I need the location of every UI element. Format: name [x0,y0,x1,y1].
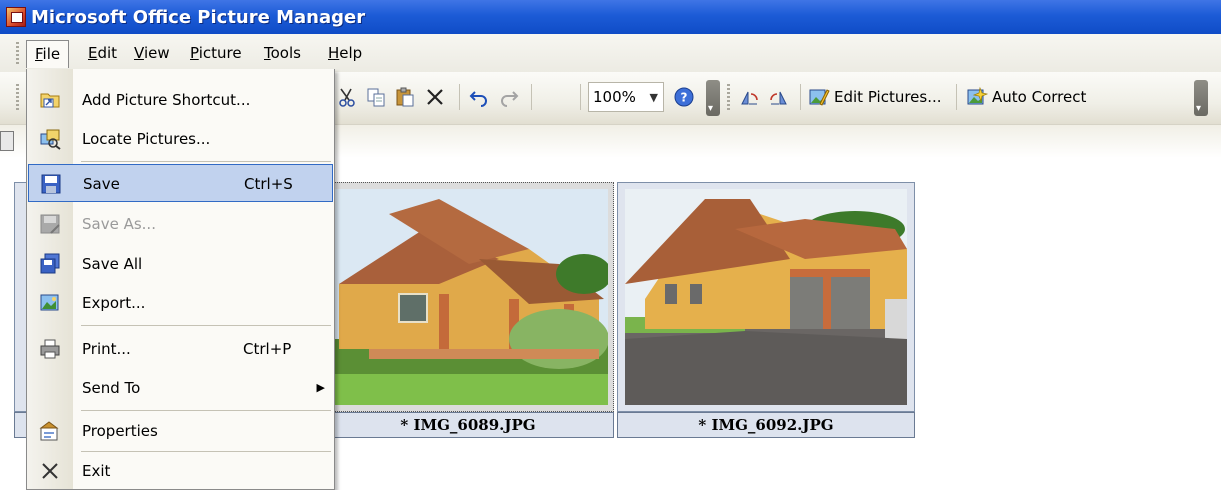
undo-button[interactable] [468,84,490,110]
menu-item-exit[interactable]: Exit [28,452,333,490]
help-button[interactable]: ? [673,84,695,110]
menu-separator [81,161,331,162]
redo-icon [501,91,519,107]
thumbnail-img-6089[interactable] [322,182,614,412]
thumbnail-caption: * IMG_6092.JPG [617,412,915,438]
copy-button[interactable] [365,84,387,110]
menu-item-label: Locate Pictures... [82,130,211,148]
menu-file-label: ile [42,45,61,63]
menu-separator [81,325,331,326]
menu-file[interactable]: File [26,40,70,68]
auto-correct-icon [967,86,988,105]
menu-item-save-all[interactable]: Save All [28,245,333,283]
rotate-left-icon [741,91,758,105]
svg-text:?: ? [681,91,688,105]
menu-item-save[interactable]: Save Ctrl+S [28,164,333,202]
view-toggle-icon[interactable] [0,131,14,151]
menu-item-label: Save [83,175,120,193]
window-title: Microsoft Office Picture Manager [31,6,366,28]
menu-item-shortcut: Ctrl+S [244,175,293,193]
paste-icon [396,87,414,107]
toolbar-separator [580,84,581,110]
cut-icon [339,88,355,107]
help-icon: ? [674,87,694,107]
copy-icon [367,88,385,107]
menu-item-properties[interactable]: Properties [28,412,333,450]
toolbar-separator [956,84,957,110]
edit-pictures-button[interactable]: Edit Pictures... [808,84,942,110]
menu-item-send-to[interactable]: Send To ▶ [28,369,333,407]
menu-item-label: Exit [82,462,111,480]
title-bar: Microsoft Office Picture Manager [0,0,1221,34]
toolbar-options-chevron[interactable] [706,80,720,116]
menu-bar: File Edit View Picture Tools Help [0,34,1221,72]
rotate-right-button[interactable] [768,84,790,110]
print-icon [40,339,60,359]
menu-item-add-picture-shortcut[interactable]: Add Picture Shortcut... [28,81,333,119]
file-menu-dropdown: Add Picture Shortcut... Locate Pictures.… [26,69,335,490]
menu-item-label: Add Picture Shortcut... [82,91,251,109]
locate-pictures-icon [40,129,61,150]
app-icon[interactable] [6,7,26,27]
rotate-right-icon [770,91,787,105]
toolbar-grip[interactable] [16,84,19,112]
toolbar-separator [531,84,532,110]
thumbnail-caption: * IMG_6089.JPG [322,412,614,438]
cut-button[interactable] [336,84,358,110]
toolbar-separator [800,84,801,110]
menu-item-locate-pictures[interactable]: Locate Pictures... [28,120,333,158]
menu-item-shortcut: Ctrl+P [243,340,292,358]
menu-item-label: Save As... [82,215,156,233]
menu-item-print[interactable]: Print... Ctrl+P [28,330,333,368]
zoom-select[interactable]: 100% ▼ [588,82,664,112]
properties-icon [39,421,59,441]
submenu-arrow-icon: ▶ [316,381,325,394]
edit-pictures-icon [809,89,830,106]
menu-separator [81,410,331,411]
zoom-value: 100% [593,88,636,106]
auto-correct-label: Auto Correct [992,88,1087,106]
menu-item-label: Save All [82,255,143,273]
delete-button[interactable] [424,84,446,110]
menubar-grip[interactable] [16,42,19,66]
toolbar-grip[interactable] [727,84,730,112]
edit-pictures-label: Edit Pictures... [834,88,942,106]
menu-tools[interactable]: Tools [256,40,309,68]
redo-button[interactable] [498,84,520,110]
chevron-down-icon[interactable]: ▼ [650,91,658,104]
add-shortcut-icon [40,93,60,108]
exit-icon [42,463,58,479]
menu-item-label: Send To [82,379,141,397]
auto-correct-button[interactable]: Auto Correct [966,84,1086,110]
save-all-icon [40,253,60,274]
thumbnail-img-6092[interactable] [617,182,915,412]
house-photo-6092 [625,189,907,405]
house-photo-6089 [329,189,608,405]
undo-icon [469,91,487,107]
toolbar-options-chevron[interactable] [1194,80,1208,116]
menu-picture[interactable]: Picture [182,40,250,68]
paste-button[interactable] [394,84,416,110]
menu-item-save-as: Save As... [28,205,333,243]
menu-edit[interactable]: Edit [80,40,125,68]
menu-view[interactable]: View [126,40,178,68]
export-icon [40,294,59,311]
menu-item-label: Properties [82,422,158,440]
menu-item-label: Export... [82,294,146,312]
delete-icon [427,89,443,105]
save-icon [41,174,61,194]
menu-item-export[interactable]: Export... [28,284,333,322]
menu-item-label: Print... [82,340,131,358]
menu-help[interactable]: Help [320,40,370,68]
toolbar-separator [459,84,460,110]
save-as-icon [40,214,60,234]
rotate-left-button[interactable] [738,84,760,110]
